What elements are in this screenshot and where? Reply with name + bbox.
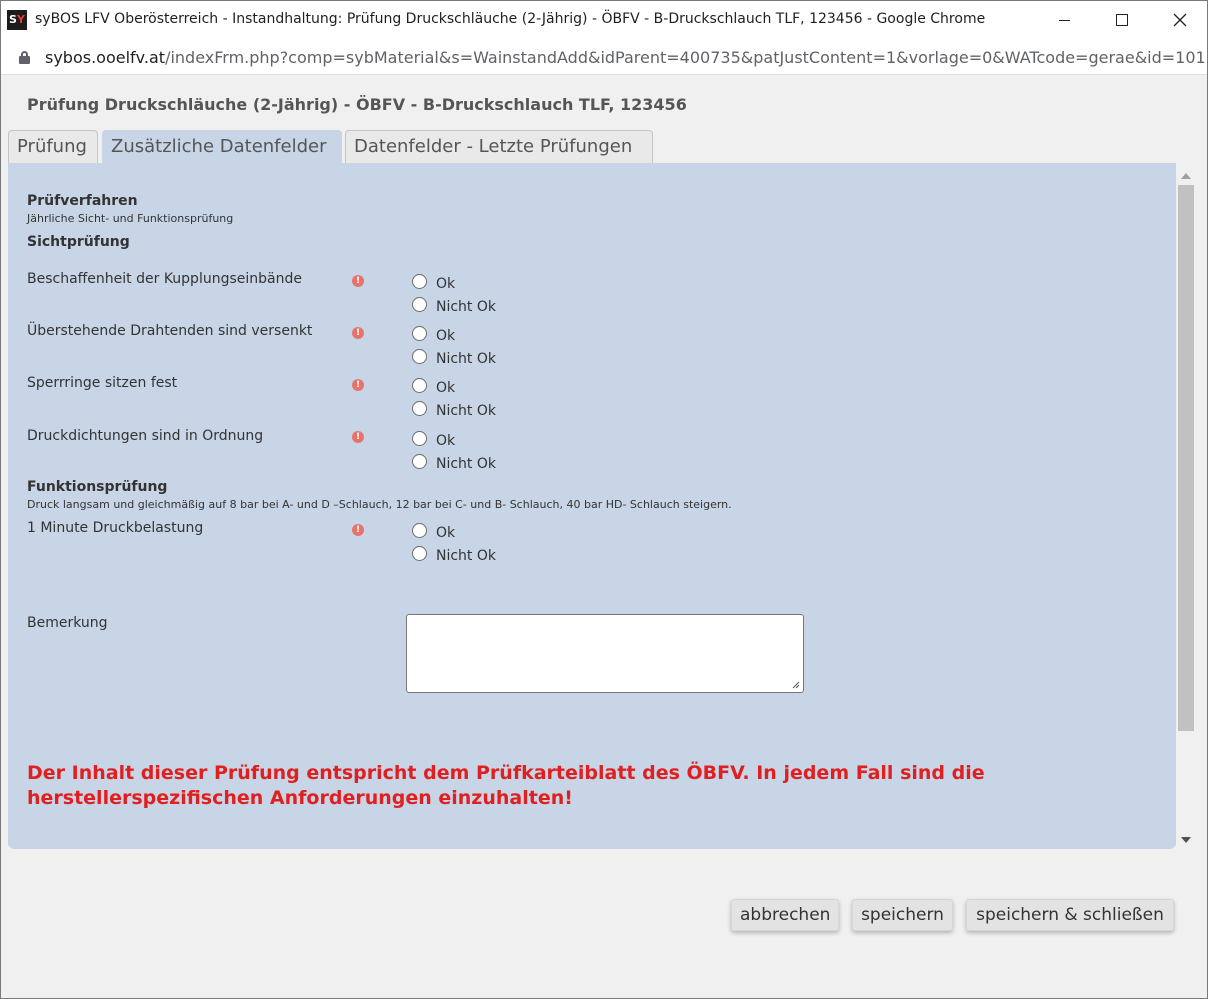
- scroll-down-arrow-icon[interactable]: [1181, 837, 1191, 843]
- tab-zusaetzliche-datenfelder[interactable]: Zusätzliche Datenfelder: [102, 130, 342, 164]
- radio-label: Nicht Ok: [436, 351, 496, 367]
- title-bar: SY syBOS LFV Oberösterreich - Instandhal…: [1, 1, 1207, 39]
- question-label: Beschaffenheit der Kupplungseinbände: [27, 271, 302, 287]
- save-and-close-button[interactable]: speichern & schließen: [966, 899, 1174, 931]
- required-warning-icon: !: [352, 379, 364, 391]
- radio-button[interactable]: [412, 325, 427, 341]
- pruefverfahren-sub: Jährliche Sicht- und Funktionsprüfung: [27, 212, 234, 225]
- minimize-button[interactable]: [1035, 1, 1093, 39]
- required-warning-icon: !: [352, 431, 364, 443]
- url-text[interactable]: sybos.ooelfv.at/indexFrm.php?comp=sybMat…: [45, 48, 1208, 67]
- radio-button[interactable]: [412, 545, 427, 561]
- required-warning-icon: !: [352, 524, 364, 536]
- radio-button[interactable]: [412, 522, 427, 538]
- radio-button[interactable]: [412, 348, 427, 364]
- sichtpruefung-heading: Sichtprüfung: [27, 234, 130, 250]
- pruefverfahren-heading: Prüfverfahren: [27, 193, 138, 209]
- radio-nicht-ok[interactable]: Nicht Ok: [412, 453, 496, 472]
- notice-text: Der Inhalt dieser Prüfung entspricht dem…: [27, 762, 985, 809]
- scroll-up-arrow-icon[interactable]: [1181, 173, 1191, 179]
- radio-label: Nicht Ok: [436, 403, 496, 419]
- radio-nicht-ok[interactable]: Nicht Ok: [412, 296, 496, 315]
- radio-ok[interactable]: Ok: [412, 273, 456, 292]
- scroll-thumb[interactable]: [1178, 185, 1194, 731]
- remark-label: Bemerkung: [27, 615, 108, 631]
- radio-button[interactable]: [412, 377, 427, 393]
- lock-icon: [19, 51, 30, 64]
- window-title: syBOS LFV Oberösterreich - Instandhaltun…: [35, 11, 986, 27]
- question-label: Sperrringe sitzen fest: [27, 375, 178, 391]
- resize-grip-icon[interactable]: [790, 679, 800, 689]
- radio-button[interactable]: [412, 273, 427, 289]
- maximize-button[interactable]: [1093, 1, 1151, 39]
- radio-button[interactable]: [412, 400, 427, 416]
- funktionspruefung-heading: Funktionsprüfung: [27, 479, 168, 495]
- tab-letzte-pruefungen[interactable]: Datenfelder - Letzte Prüfungen: [345, 130, 653, 163]
- radio-button[interactable]: [412, 430, 427, 446]
- radio-label: Nicht Ok: [436, 456, 496, 472]
- radio-nicht-ok[interactable]: Nicht Ok: [412, 545, 496, 564]
- browser-window: SY syBOS LFV Oberösterreich - Instandhal…: [0, 0, 1208, 999]
- maximize-icon: [1116, 14, 1128, 26]
- radio-nicht-ok[interactable]: Nicht Ok: [412, 348, 496, 367]
- radio-label: Ok: [436, 328, 456, 344]
- cancel-button[interactable]: abbrechen: [731, 899, 839, 931]
- address-bar[interactable]: sybos.ooelfv.at/indexFrm.php?comp=sybMat…: [1, 39, 1208, 75]
- question-label: 1 Minute Druckbelastung: [27, 520, 204, 536]
- close-icon: [1173, 13, 1187, 27]
- required-warning-icon: !: [352, 327, 364, 339]
- close-button[interactable]: [1151, 1, 1208, 39]
- page-title: Prüfung Druckschläuche (2-Jährig) - ÖBFV…: [27, 95, 687, 114]
- question-label: Überstehende Drahtenden sind versenkt: [27, 323, 313, 339]
- radio-button[interactable]: [412, 453, 427, 469]
- radio-label: Ok: [436, 525, 456, 541]
- radio-ok[interactable]: Ok: [412, 377, 456, 396]
- vertical-scrollbar[interactable]: [1177, 167, 1195, 849]
- funktionspruefung-sub: Druck langsam und gleichmäßig auf 8 bar …: [27, 498, 732, 511]
- required-warning-icon: !: [352, 275, 364, 287]
- radio-button[interactable]: [412, 296, 427, 312]
- question-label: Druckdichtungen sind in Ordnung: [27, 428, 264, 444]
- radio-label: Ok: [436, 433, 456, 449]
- radio-ok[interactable]: Ok: [412, 325, 456, 344]
- minimize-icon: [1058, 19, 1070, 21]
- radio-label: Nicht Ok: [436, 299, 496, 315]
- radio-label: Ok: [436, 380, 456, 396]
- radio-ok[interactable]: Ok: [412, 522, 456, 541]
- radio-label: Ok: [436, 276, 456, 292]
- save-button[interactable]: speichern: [852, 899, 953, 931]
- radio-ok[interactable]: Ok: [412, 430, 456, 449]
- sybos-logo-icon: SY: [7, 10, 27, 30]
- remark-textarea[interactable]: [406, 614, 804, 693]
- radio-label: Nicht Ok: [436, 548, 496, 564]
- radio-nicht-ok[interactable]: Nicht Ok: [412, 400, 496, 419]
- tab-pruefung[interactable]: Prüfung: [8, 130, 98, 163]
